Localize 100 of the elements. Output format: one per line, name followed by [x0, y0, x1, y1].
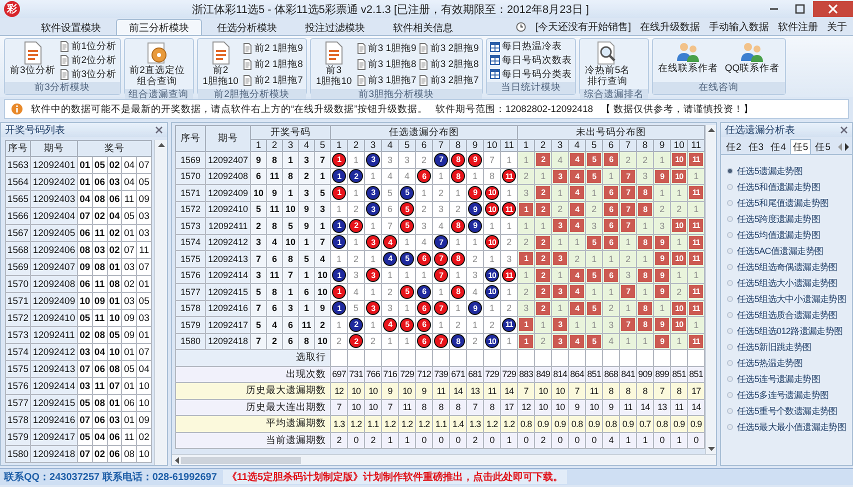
menu-tab[interactable]: 投注过滤模块 [292, 19, 378, 35]
chart-option[interactable]: 任选5多连号遗漏走势图 [721, 387, 852, 403]
close-icon[interactable] [840, 126, 848, 134]
table-cell: 12092403 [30, 190, 78, 208]
ribbon-item[interactable]: 前3 1胆拖9 [356, 42, 416, 54]
option-label: 任选5跨度遗漏走势图 [737, 212, 820, 226]
ribbon-item[interactable]: 前3 2胆拖8 [419, 58, 479, 70]
radio-icon[interactable] [727, 200, 733, 206]
menu-tab[interactable]: 软件设置模块 [28, 19, 114, 35]
chart-option[interactable]: 任选5热温走势图 [721, 355, 852, 371]
radio-icon[interactable] [727, 408, 733, 414]
scroll-up-icon[interactable] [708, 127, 715, 132]
promo-link[interactable]: 《11选5定胆杀码计划制定版》计划制作软件重磅推出，点击此处即可下载。 [222, 470, 568, 484]
chart-option[interactable]: 任选5连号遗漏走势图 [721, 371, 852, 387]
chart-option[interactable]: 任选5组选012路遗漏走势图 [721, 323, 852, 339]
radio-icon[interactable] [727, 280, 733, 286]
number-ball: 6 [417, 334, 432, 348]
menu-tab[interactable]: 任选分析模块 [204, 19, 290, 35]
ribbon-button[interactable]: 前2直选定位 组合查询 [128, 40, 187, 88]
ribbon-item[interactable]: 每日热温冷表 [490, 40, 572, 54]
ribbon-item[interactable]: 前2位分析 [60, 54, 117, 67]
menu-link[interactable]: 在线升级数据 [640, 20, 700, 34]
ribbon-button[interactable]: 前3位分析 [8, 40, 58, 81]
radio-icon[interactable] [727, 168, 733, 174]
chart-option[interactable]: 任选5组选大小遗漏走势图 [721, 275, 852, 291]
horizontal-scrollbar[interactable] [172, 454, 716, 465]
ribbon-item[interactable]: 前3 1胆拖8 [356, 58, 416, 70]
ribbon-button[interactable]: 前3 1胆拖10 [314, 40, 354, 88]
number-box: 3 [553, 252, 568, 266]
ribbon-item[interactable]: 前3 2胆拖7 [419, 74, 479, 86]
ribbon-item[interactable]: 前3位分析 [60, 68, 117, 81]
app-logo: 彩 [4, 1, 20, 17]
ribbon-item[interactable]: 每日号码次数表 [490, 54, 572, 67]
number-box: 11 [689, 334, 704, 348]
chart-option[interactable]: 任选5重号个数遗漏走势图 [721, 403, 852, 419]
radio-icon[interactable] [727, 184, 733, 190]
number-ball: 3 [366, 186, 380, 200]
panel-tab[interactable]: 任5 [790, 139, 812, 154]
number-box: 4 [570, 202, 584, 216]
radio-icon[interactable] [727, 392, 733, 398]
ribbon-button[interactable]: QQ联系作者 [722, 40, 782, 81]
panel-tab[interactable]: 任3 [745, 139, 767, 154]
ribbon-item[interactable]: 前2 1胆拖9 [243, 42, 303, 54]
close-icon[interactable] [155, 126, 163, 134]
document-icon [356, 58, 366, 70]
chart-option[interactable]: 任选5和值遗漏走势图 [721, 179, 852, 195]
panel-tab[interactable]: 任2 [723, 139, 744, 154]
number-box: 4 [570, 153, 584, 166]
ribbon-button[interactable]: 冷热前5名 排行查询 [582, 40, 632, 88]
chart-option[interactable]: 任选5均值遗漏走势图 [721, 227, 852, 243]
radio-icon[interactable] [727, 344, 733, 350]
menu-link[interactable]: 软件注册 [778, 20, 818, 34]
menu-tab[interactable]: 前三分析模块 [116, 19, 202, 35]
ribbon-item[interactable]: 前2 1胆拖7 [243, 74, 303, 86]
ribbon-item[interactable]: 前3 2胆拖9 [419, 42, 479, 54]
chart-option[interactable]: 任选5组选大中小遗漏走势图 [721, 291, 852, 307]
chart-option[interactable]: 任选5组选奇偶遗漏走势图 [721, 259, 852, 275]
vertical-scrollbar[interactable] [154, 140, 167, 465]
radio-icon[interactable] [727, 264, 733, 270]
ribbon-item[interactable]: 每日号码分类表 [490, 68, 572, 81]
panel-tab[interactable]: 任5 [812, 139, 834, 154]
chart-option[interactable]: 任选5新旧跳走势图 [721, 339, 852, 355]
radio-icon[interactable] [727, 360, 733, 366]
table-cell: 1569 [176, 152, 206, 168]
menu-link[interactable]: 手动输入数据 [709, 20, 769, 34]
row-label: 平均遗漏期数 [176, 416, 331, 432]
scroll-right-icon[interactable] [844, 143, 850, 151]
ribbon-button[interactable]: 在线联系作者 [656, 40, 720, 81]
close-button[interactable] [813, 1, 853, 17]
radio-icon[interactable] [727, 232, 733, 238]
scroll-up-icon[interactable] [158, 142, 164, 147]
ribbon-button[interactable]: 前2 1胆拖10 [200, 40, 240, 88]
vertical-scrollbar[interactable] [705, 125, 716, 454]
radio-icon[interactable] [727, 248, 733, 254]
radio-icon[interactable] [727, 424, 733, 430]
scroll-left-icon[interactable] [174, 456, 179, 464]
radio-icon[interactable] [727, 376, 733, 382]
chart-option[interactable]: 任选5最大最小值遗漏走势图 [721, 419, 852, 435]
table-cell: 12092407 [206, 152, 250, 168]
panel-tab[interactable]: 任4 [768, 139, 789, 154]
number-ball: 1 [332, 284, 346, 299]
chart-option[interactable]: 任选5和尾值遗漏走势图 [721, 195, 852, 211]
radio-icon[interactable] [727, 312, 733, 318]
panel-title: 开奖号码列表 [5, 124, 65, 137]
chart-option[interactable]: 任选5跨度遗漏走势图 [721, 211, 852, 227]
chart-option[interactable]: 任选5AC值遗漏走势图 [721, 243, 852, 259]
ribbon-item[interactable]: 前2 1胆拖8 [243, 58, 303, 70]
chart-option[interactable]: 任选5遗漏走势图 [721, 163, 852, 179]
ribbon-item[interactable]: 前1位分析 [60, 40, 117, 54]
number-box: 5 [587, 302, 602, 315]
chart-option[interactable]: 任选5组选质合遗漏走势图 [721, 307, 852, 323]
menu-link[interactable]: 关于 [827, 20, 847, 34]
ribbon-item[interactable]: 前3 1胆拖7 [356, 74, 416, 86]
scroll-down-icon[interactable] [708, 447, 715, 452]
document-icon [210, 41, 232, 65]
number-box: 2 [536, 285, 550, 298]
radio-icon[interactable] [727, 296, 733, 302]
radio-icon[interactable] [727, 216, 733, 222]
menu-tab[interactable]: 软件相关信息 [380, 19, 466, 35]
radio-icon[interactable] [727, 328, 733, 334]
